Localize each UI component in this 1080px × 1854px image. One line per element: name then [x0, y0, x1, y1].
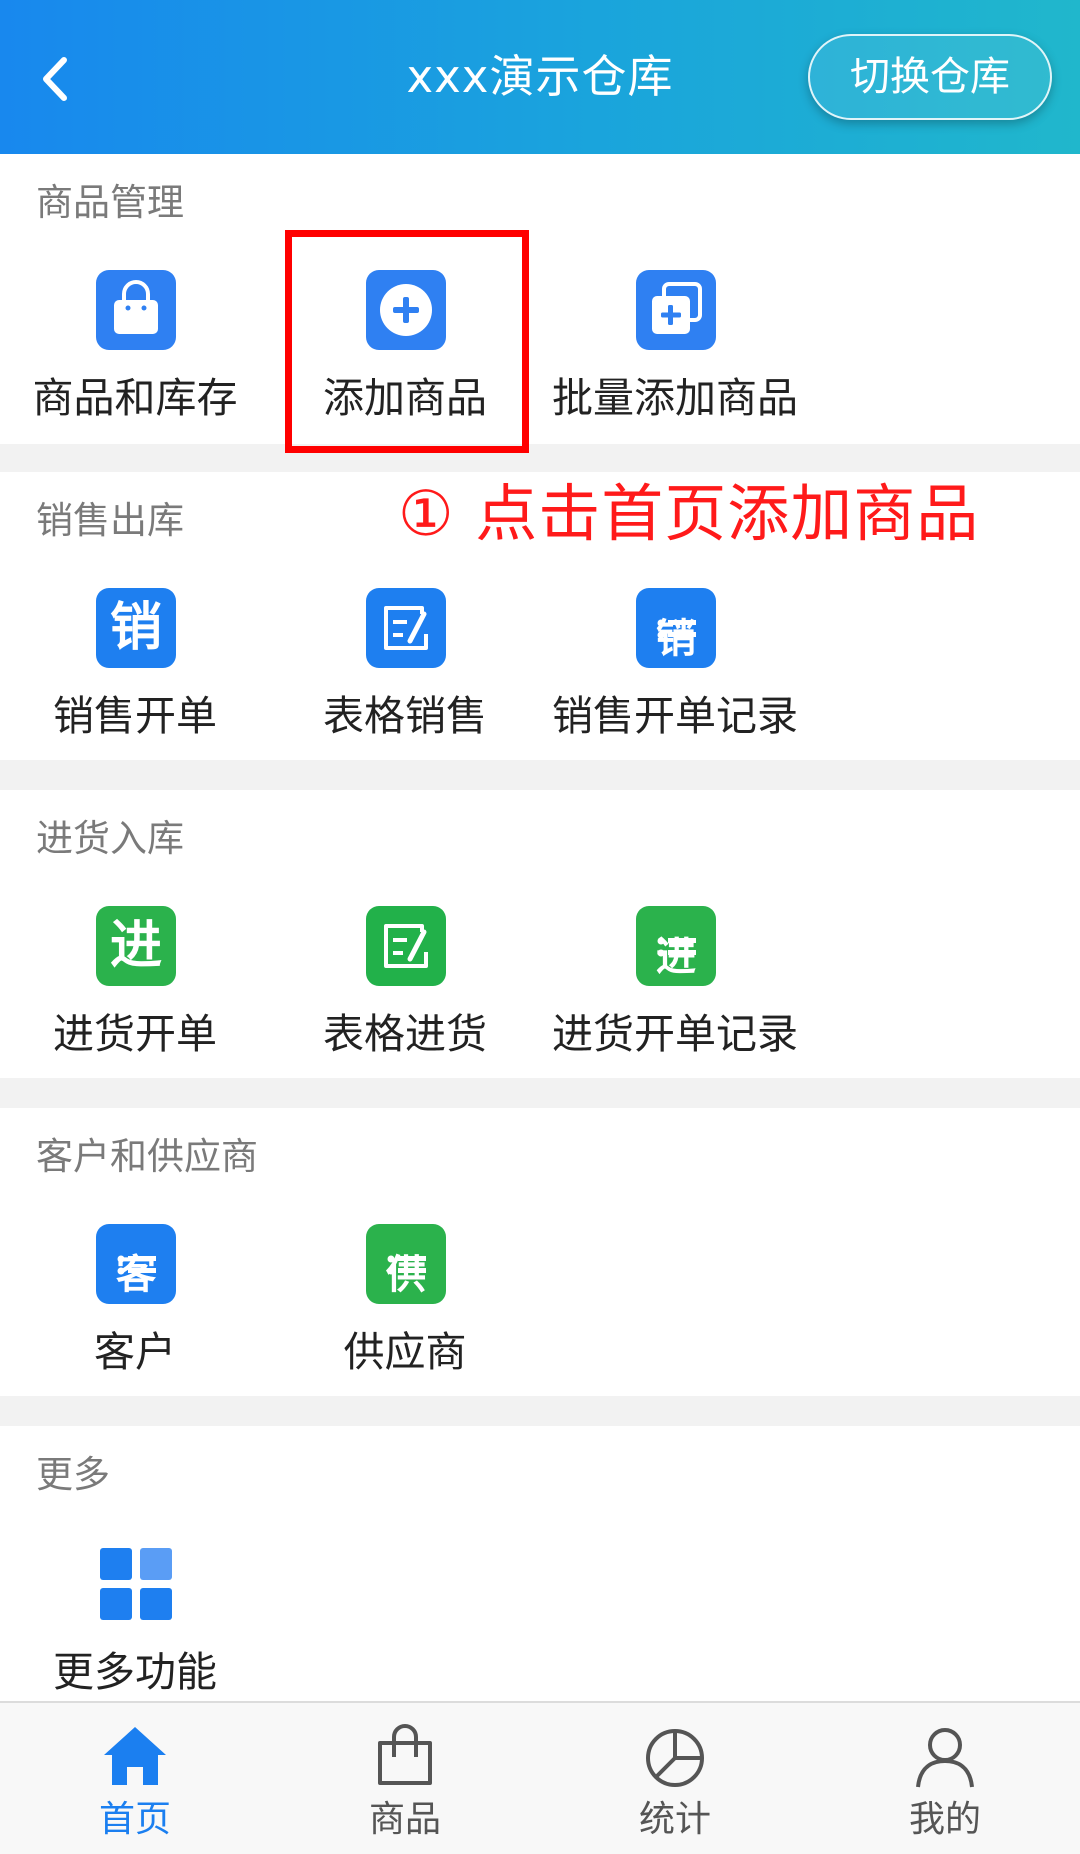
purchase-record-item[interactable]: 进 进货开单记录: [540, 906, 810, 1106]
item-label: 表格进货: [323, 1010, 487, 1058]
shopping-bag-icon: [96, 270, 176, 350]
section-purchase-inbound: 进货入库 进 进货开单 表格进货 进 进货开单记录: [0, 790, 1080, 1078]
customer-item[interactable]: 客 客户: [0, 1224, 270, 1424]
table-sales-item[interactable]: 表格销售: [270, 588, 540, 788]
tab-label: 商品: [368, 1799, 441, 1840]
tab-label: 统计: [638, 1799, 711, 1840]
section-product-management: 商品管理 商品和库存 添加商品 批量添加商品: [0, 154, 1080, 444]
icon-glyph: 销: [109, 598, 162, 658]
item-label: 表格销售: [323, 692, 487, 740]
instruction-callout: ① 点击首页添加商品: [398, 477, 980, 550]
tab-statistics[interactable]: 统计: [540, 1703, 810, 1854]
section-title: 进货入库: [36, 817, 184, 860]
batch-add-icon: [636, 270, 716, 350]
product-and-stock-item[interactable]: 商品和库存: [0, 270, 270, 470]
grid-icon: [96, 1544, 176, 1624]
section-title: 商品管理: [36, 181, 184, 224]
user-icon: [916, 1728, 974, 1788]
purchase-order-icon: 进: [96, 906, 176, 986]
item-label: 批量添加商品: [552, 374, 798, 422]
item-label: 销售开单: [53, 692, 217, 740]
icon-glyph: 进: [109, 916, 162, 976]
pie-chart-icon: [646, 1729, 704, 1787]
section-title: 客户和供应商: [36, 1135, 258, 1178]
section-title: 销售出库: [36, 499, 184, 542]
supplier-item[interactable]: 供 供应商: [270, 1224, 540, 1424]
app-header: xxx演示仓库 切换仓库: [0, 0, 1080, 154]
item-label: 更多功能: [53, 1648, 217, 1696]
tab-label: 我的: [908, 1799, 981, 1840]
table-purchase-item[interactable]: 表格进货: [270, 906, 540, 1106]
sales-order-icon: 销: [96, 588, 176, 668]
bottom-tab-bar: 首页 商品 统计 我的: [0, 1701, 1080, 1854]
item-label: 商品和库存: [32, 374, 238, 422]
purchase-record-icon: 进: [636, 906, 716, 986]
sales-order-item[interactable]: 销 销售开单: [0, 588, 270, 788]
item-label: 进货开单记录: [552, 1010, 798, 1058]
sales-record-icon: 销: [636, 588, 716, 668]
customer-list-icon: 客: [96, 1224, 176, 1304]
tab-products[interactable]: 商品: [270, 1703, 540, 1854]
item-label: 进货开单: [53, 1010, 217, 1058]
item-label: 客户: [94, 1328, 176, 1376]
highlight-box: [285, 230, 529, 453]
supplier-list-icon: 供: [366, 1224, 446, 1304]
icon-glyph: 销: [656, 616, 696, 662]
section-title: 更多: [36, 1453, 110, 1496]
purchase-order-item[interactable]: 进 进货开单: [0, 906, 270, 1106]
icon-glyph: 客: [116, 1252, 156, 1298]
section-more: 更多 更多功能: [0, 1426, 1080, 1701]
tab-home[interactable]: 首页: [0, 1703, 270, 1854]
tab-label: 首页: [98, 1799, 171, 1840]
icon-glyph: 进: [656, 934, 696, 980]
shopping-bag-outline-icon: [378, 1724, 432, 1785]
batch-add-product-item[interactable]: 批量添加商品: [540, 270, 810, 470]
item-label: 销售开单记录: [552, 692, 798, 740]
table-edit-icon: [366, 906, 446, 986]
table-edit-icon: [366, 588, 446, 668]
switch-warehouse-button[interactable]: 切换仓库: [808, 34, 1052, 120]
tab-mine[interactable]: 我的: [810, 1703, 1080, 1854]
item-label: 供应商: [343, 1328, 467, 1376]
home-icon: [104, 1727, 166, 1785]
icon-glyph: 供: [386, 1252, 426, 1298]
section-customers-suppliers: 客户和供应商 客 客户 供 供应商: [0, 1108, 1080, 1396]
sales-record-item[interactable]: 销 销售开单记录: [540, 588, 810, 788]
